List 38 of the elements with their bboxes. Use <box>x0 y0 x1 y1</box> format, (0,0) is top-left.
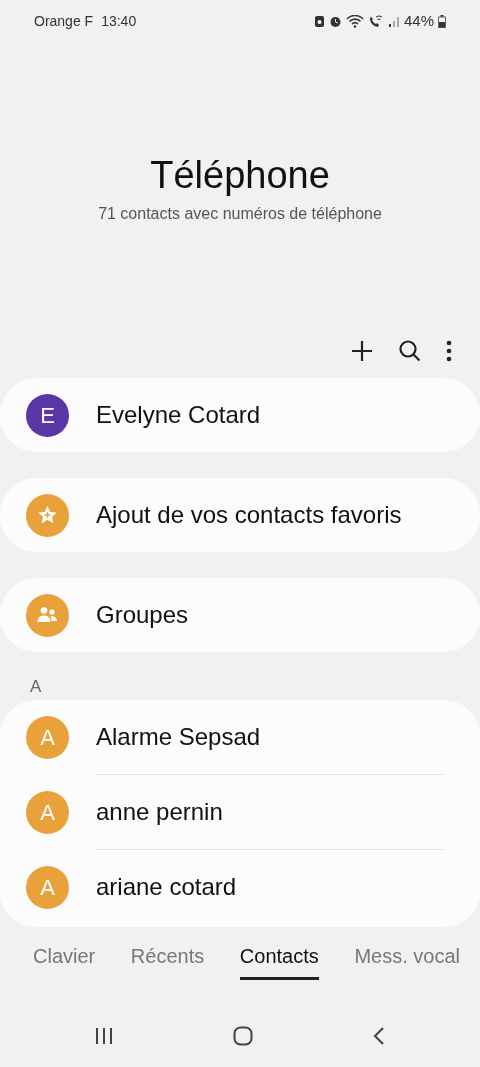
item-label: Ajout de vos contacts favoris <box>96 500 402 530</box>
wifi-icon <box>345 14 364 28</box>
tab[interactable]: Contacts <box>239 941 319 980</box>
wifi-calling-icon <box>367 14 384 28</box>
section-letter: A <box>29 676 43 698</box>
battery-saver-icon <box>313 14 325 28</box>
avatar: A <box>26 790 69 834</box>
search-icon[interactable] <box>398 339 422 363</box>
carrier-name: Orange F <box>34 11 94 31</box>
contact-card[interactable]: E Evelyne Cotard <box>0 378 480 452</box>
contact-row[interactable]: A Alarme Sepsad <box>0 700 480 774</box>
clock: 13:40 <box>101 11 137 31</box>
home-icon[interactable] <box>233 1026 253 1046</box>
signal-icon <box>387 14 400 28</box>
contact-row[interactable]: A ariane cotard <box>0 850 480 924</box>
avatar: A <box>26 715 69 759</box>
tab[interactable]: Mess. vocal <box>354 941 460 980</box>
favorites-item[interactable]: Ajout de vos contacts favoris <box>0 478 480 552</box>
add-icon[interactable] <box>350 339 374 363</box>
contact-name: ariane cotard <box>96 872 237 902</box>
more-options-icon[interactable] <box>446 340 452 362</box>
item-label: Groupes <box>96 600 189 630</box>
alarm-icon <box>328 14 342 28</box>
contact-name: Alarme Sepsad <box>96 722 261 752</box>
contact-count: 71 contacts avec numéros de téléphone <box>97 204 383 224</box>
recent-apps-icon[interactable] <box>95 1027 113 1045</box>
contact-row[interactable]: A anne pernin <box>0 775 480 849</box>
battery-percentage: 44% <box>403 10 434 31</box>
app-title: Téléphone <box>149 153 331 198</box>
contact-name: anne pernin <box>96 797 223 827</box>
avatar: A <box>26 865 69 909</box>
tab[interactable]: Récents <box>130 941 205 980</box>
tab[interactable]: Clavier <box>33 941 96 980</box>
back-icon[interactable] <box>373 1027 385 1045</box>
battery-icon <box>438 14 446 28</box>
groups-item[interactable]: Groupes <box>0 578 480 652</box>
avatar: E <box>26 393 69 437</box>
contact-name: Evelyne Cotard <box>96 400 261 430</box>
